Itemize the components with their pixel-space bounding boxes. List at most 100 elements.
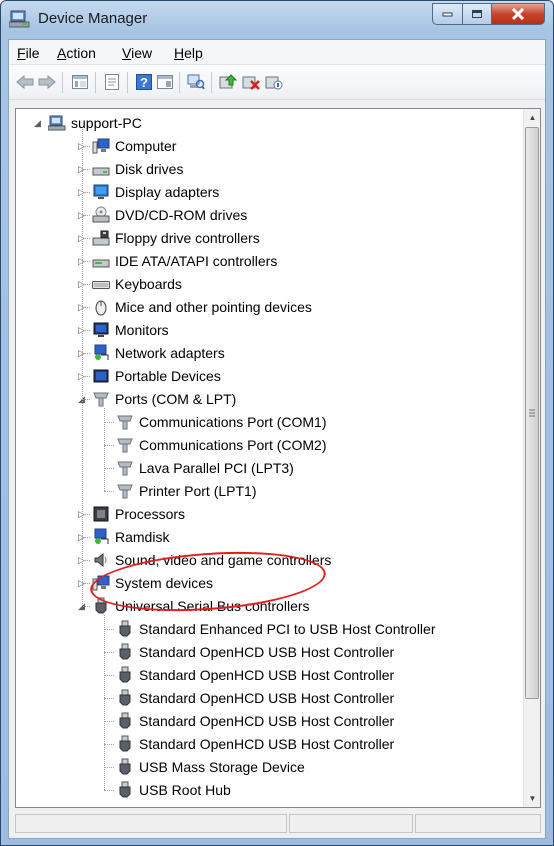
status-cell-2 <box>289 814 413 833</box>
category-universal-serial-bus-controllers[interactable]: ◢ Universal Serial Bus controllers <box>78 595 310 617</box>
processor-icon <box>92 505 110 523</box>
category-display-adapters[interactable]: ▷ Display adapters <box>78 181 219 203</box>
tree-item-label: Standard OpenHCD USB Host Controller <box>139 736 395 752</box>
tree-item-label: Printer Port (LPT1) <box>139 483 257 499</box>
scroll-down-button[interactable]: ▼ <box>524 790 540 807</box>
tree-item-label: Communications Port (COM2) <box>139 437 327 453</box>
port-item-printer-port-lpt1[interactable]: Printer Port (LPT1) <box>116 480 256 502</box>
usb-device-icon <box>116 758 134 776</box>
vertical-scrollbar[interactable]: ▲ ▼ <box>523 109 540 807</box>
menu-file[interactable]: File <box>17 45 40 61</box>
usb-item-standard-openhcd-usb-host-controller[interactable]: Standard OpenHCD USB Host Controller <box>116 733 394 755</box>
device-tree[interactable]: ◢ support-PC ▷ Computer ▷ Disk drives ▷ Display… <box>16 109 523 807</box>
scan-hardware-icon[interactable] <box>186 72 206 92</box>
usb-device-icon <box>116 735 134 753</box>
usb-item-standard-enhanced-pci-to-usb-host-controller[interactable]: Standard Enhanced PCI to USB Host Contro… <box>116 618 436 640</box>
tree-item-label: System devices <box>115 575 214 591</box>
category-keyboards[interactable]: ▷ Keyboards <box>78 273 182 295</box>
keyboard-icon <box>92 275 110 293</box>
computer-icon <box>92 137 110 155</box>
usb-device-icon <box>116 666 134 684</box>
system-device-icon <box>92 574 110 592</box>
menu-bar: File Action View Help <box>9 40 545 65</box>
close-button[interactable] <box>491 3 545 25</box>
display-adapter-icon <box>92 183 110 201</box>
category-floppy-drive-controllers[interactable]: ▷ Floppy drive controllers <box>78 227 260 249</box>
category-system-devices[interactable]: ▷ System devices <box>78 572 214 594</box>
scrollbar-thumb[interactable] <box>525 127 539 699</box>
usb-item-standard-openhcd-usb-host-controller[interactable]: Standard OpenHCD USB Host Controller <box>116 641 394 663</box>
category-mice-and-other-pointing-devices[interactable]: ▷ Mice and other pointing devices <box>78 296 312 318</box>
tree-item-label: Ports (COM & LPT) <box>115 391 237 407</box>
category-sound-video-and-game-controllers[interactable]: ▷ Sound, video and game controllers <box>78 549 331 571</box>
category-portable-devices[interactable]: ▷ Portable Devices <box>78 365 221 387</box>
tree-item-label: Network adapters <box>115 345 225 361</box>
tree-item-label: USB Mass Storage Device <box>139 759 305 775</box>
uninstall-icon[interactable] <box>241 72 261 92</box>
help-icon[interactable]: ? <box>134 72 154 92</box>
tree-item-label: Standard OpenHCD USB Host Controller <box>139 644 395 660</box>
port-icon <box>92 390 110 408</box>
usb-device-icon <box>116 689 134 707</box>
port-device-icon <box>116 436 134 454</box>
scroll-up-button[interactable]: ▲ <box>524 109 540 126</box>
usb-item-standard-openhcd-usb-host-controller[interactable]: Standard OpenHCD USB Host Controller <box>116 687 394 709</box>
tree-item-label: Keyboards <box>115 276 182 292</box>
category-ramdisk[interactable]: ▷ Ramdisk <box>78 526 170 548</box>
usb-item-standard-openhcd-usb-host-controller[interactable]: Standard OpenHCD USB Host Controller <box>116 664 394 686</box>
port-item-communications-port-com2[interactable]: Communications Port (COM2) <box>116 434 327 456</box>
disable-icon[interactable] <box>264 72 284 92</box>
device-tree-pane[interactable]: ◢ support-PC ▷ Computer ▷ Disk drives ▷ Display… <box>15 108 541 808</box>
category-ports-com-lpt[interactable]: ◢ Ports (COM & LPT) <box>78 388 237 410</box>
properties-icon[interactable] <box>102 72 122 92</box>
title-bar[interactable]: Device Manager <box>1 1 553 37</box>
collapse-arrow-icon[interactable]: ◢ <box>34 119 43 128</box>
forward-icon[interactable] <box>37 72 57 92</box>
show-hide-tree-icon[interactable] <box>70 72 90 92</box>
usb-item-usb-mass-storage-device[interactable]: USB Mass Storage Device <box>116 756 305 778</box>
view-icon[interactable] <box>155 72 175 92</box>
mouse-icon <box>92 298 110 316</box>
sound-icon <box>92 551 110 569</box>
category-dvd-cd-rom-drives[interactable]: ▷ DVD/CD-ROM drives <box>78 204 247 226</box>
monitor-icon <box>92 321 110 339</box>
usb-item-standard-openhcd-usb-host-controller[interactable]: Standard OpenHCD USB Host Controller <box>116 710 394 732</box>
tree-item-label: Monitors <box>115 322 169 338</box>
port-device-icon <box>116 459 134 477</box>
port-device-icon <box>116 413 134 431</box>
category-computer[interactable]: ▷ Computer <box>78 135 177 157</box>
menu-action[interactable]: Action <box>57 45 96 61</box>
tree-item-label: Portable Devices <box>115 368 221 384</box>
category-network-adapters[interactable]: ▷ Network adapters <box>78 342 225 364</box>
port-device-icon <box>116 482 134 500</box>
portable-device-icon <box>92 367 110 385</box>
port-item-communications-port-com1[interactable]: Communications Port (COM1) <box>116 411 327 433</box>
category-monitors[interactable]: ▷ Monitors <box>78 319 169 341</box>
svg-text:?: ? <box>140 75 148 90</box>
tree-root-support-pc[interactable]: ◢ support-PC <box>34 112 142 134</box>
window-title: Device Manager <box>38 10 148 27</box>
update-driver-icon[interactable] <box>218 72 238 92</box>
back-icon[interactable] <box>15 72 35 92</box>
tree-item-label: Standard OpenHCD USB Host Controller <box>139 690 395 706</box>
port-item-lava-parallel-pci-lpt3[interactable]: Lava Parallel PCI (LPT3) <box>116 457 294 479</box>
category-disk-drives[interactable]: ▷ Disk drives <box>78 158 183 180</box>
ramdisk-icon <box>92 528 110 546</box>
status-bar <box>15 811 541 836</box>
tree-item-label: Processors <box>115 506 186 522</box>
tree-item-label: Ramdisk <box>115 529 170 545</box>
tree-item-label: Universal Serial Bus controllers <box>115 598 310 614</box>
usb-icon <box>92 597 110 615</box>
menu-view[interactable]: View <box>122 45 152 61</box>
tree-item-label: Computer <box>115 138 177 154</box>
tree-item-label: USB Root Hub <box>139 782 231 798</box>
minimize-button[interactable] <box>432 3 463 25</box>
dvd-drive-icon <box>92 206 110 224</box>
menu-help[interactable]: Help <box>174 45 203 61</box>
category-processors[interactable]: ▷ Processors <box>78 503 186 525</box>
maximize-button[interactable] <box>462 3 492 25</box>
device-manager-window: Device Manager File Action View Help ? ◢… <box>0 0 554 846</box>
tree-item-label: Standard OpenHCD USB Host Controller <box>139 667 395 683</box>
category-ide-ata-atapi-controllers[interactable]: ▷ IDE ATA/ATAPI controllers <box>78 250 277 272</box>
usb-item-usb-root-hub[interactable]: USB Root Hub <box>116 779 231 801</box>
